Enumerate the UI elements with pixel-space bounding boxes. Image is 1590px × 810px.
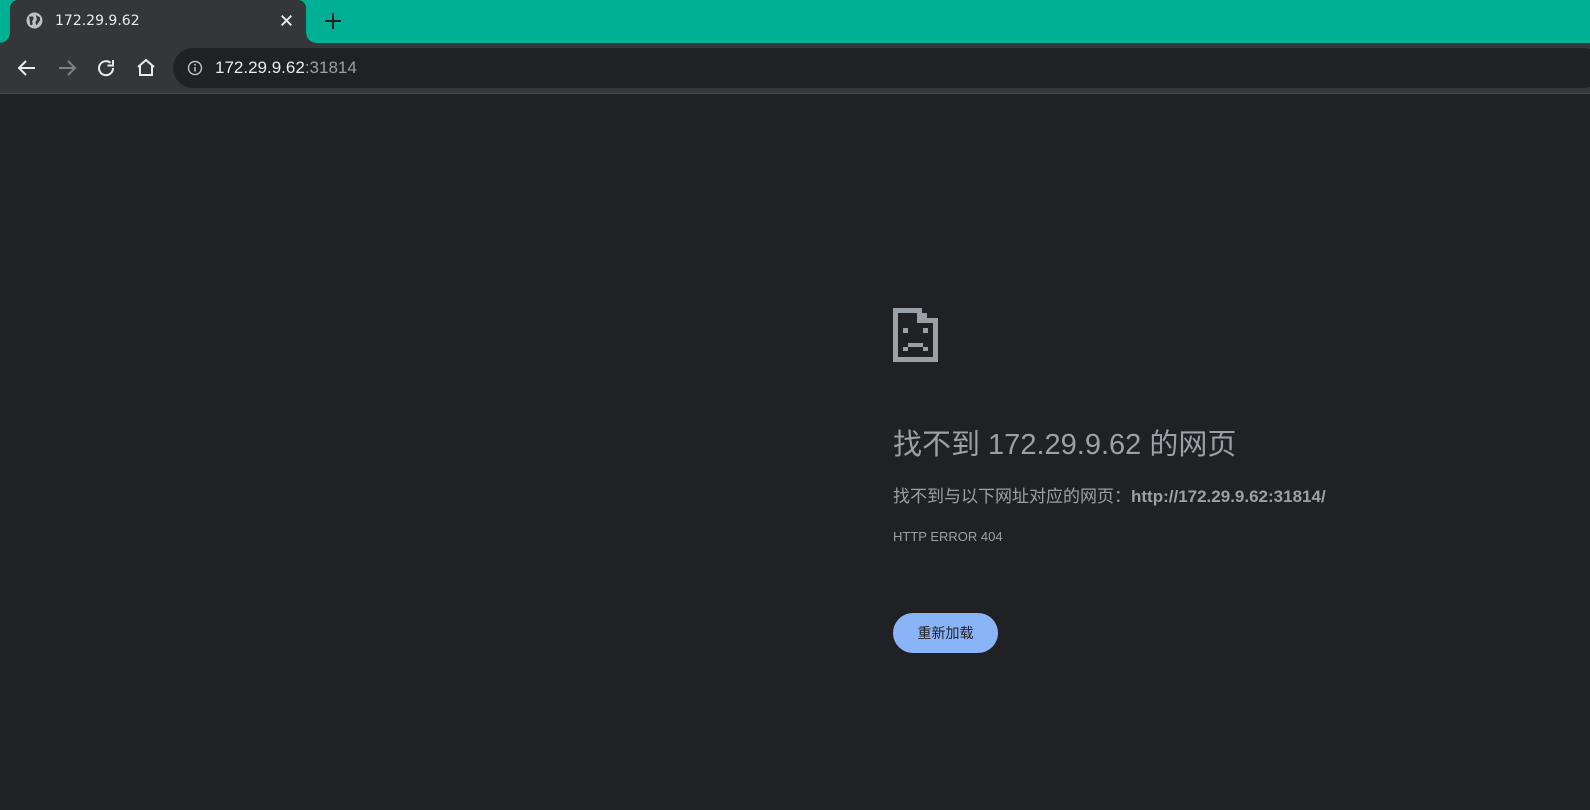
error-title: 找不到 172.29.9.62 的网页 xyxy=(893,429,1237,461)
close-icon[interactable] xyxy=(278,12,295,29)
error-description: 找不到与以下网址对应的网页：http://172.29.9.62:31814/ xyxy=(893,482,1326,507)
toolbar: 172.29.9.62:31814 xyxy=(0,43,1590,94)
error-description-prefix: 找不到与以下网址对应的网页： xyxy=(893,487,1131,506)
globe-icon xyxy=(26,12,43,29)
back-icon[interactable] xyxy=(15,56,39,80)
address-bar[interactable]: 172.29.9.62:31814 xyxy=(173,48,1590,88)
error-url: http://172.29.9.62:31814/ xyxy=(1131,487,1326,506)
reload-icon[interactable] xyxy=(94,56,118,80)
reload-button[interactable]: 重新加载 xyxy=(893,613,998,653)
forward-icon[interactable] xyxy=(55,56,79,80)
error-code: HTTP ERROR 404 xyxy=(893,529,1003,544)
url-port: :31814 xyxy=(304,58,357,77)
home-icon[interactable] xyxy=(134,56,158,80)
new-tab-icon[interactable] xyxy=(322,10,344,32)
info-icon[interactable] xyxy=(187,60,203,76)
url-host: 172.29.9.62 xyxy=(215,58,305,77)
tab-active[interactable]: 172.29.9.62 xyxy=(0,0,316,43)
sad-page-icon xyxy=(893,308,938,362)
tab-title: 172.29.9.62 xyxy=(55,13,140,29)
tab-strip: 172.29.9.62 xyxy=(0,0,1590,43)
url-text: 172.29.9.62:31814 xyxy=(215,58,357,78)
